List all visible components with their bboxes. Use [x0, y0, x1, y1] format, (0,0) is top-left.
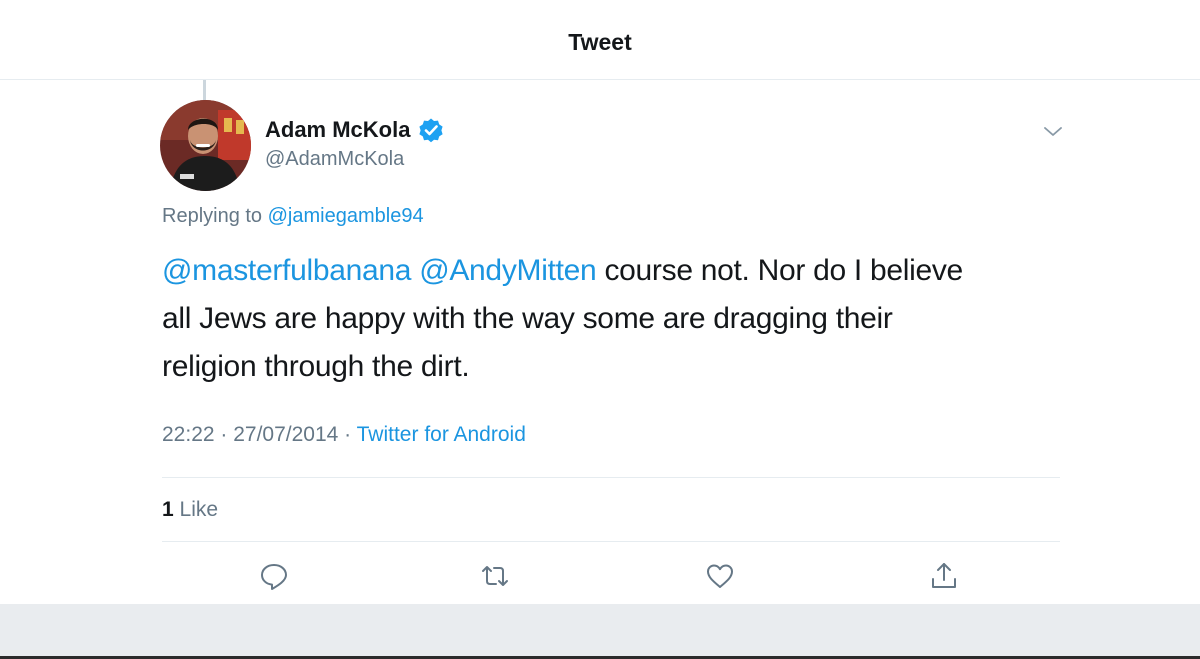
author-name-row[interactable]: Adam McKola	[265, 117, 444, 143]
divider	[162, 477, 1060, 478]
divider	[162, 541, 1060, 542]
mention-link[interactable]: @AndyMitten	[419, 254, 597, 287]
top-bar: Tweet	[0, 0, 1200, 80]
meta-separator: ·	[338, 423, 357, 446]
tweet-text-line-3: religion through the dirt.	[162, 350, 470, 383]
thread-connector-line	[203, 80, 206, 100]
likes-count: 1	[162, 498, 174, 521]
share-icon[interactable]	[928, 560, 960, 592]
replying-prefix: Replying to	[162, 205, 268, 227]
reply-icon[interactable]	[258, 560, 290, 592]
author-handle[interactable]: @AdamMcKola	[265, 148, 404, 171]
profile-photo-icon	[160, 100, 251, 191]
bottom-background	[0, 604, 1200, 656]
tweet-metadata: 22:22 · 27/07/2014 · Twitter for Android	[162, 423, 526, 447]
likes-label: Like	[173, 498, 219, 521]
replying-to-link[interactable]: @jamiegamble94	[268, 205, 424, 227]
tweet-text-line-1: @masterfulbanana @AndyMitten course not.…	[162, 247, 1062, 295]
tweet-date[interactable]: 27/07/2014	[233, 423, 338, 446]
meta-separator: ·	[214, 423, 234, 446]
tweet-source-link[interactable]: Twitter for Android	[357, 423, 526, 446]
author-display-name[interactable]: Adam McKola	[265, 117, 410, 143]
avatar[interactable]	[160, 100, 251, 191]
tweet-page: Tweet Adam McKola @AdamMcKola Replying t…	[0, 0, 1200, 659]
retweet-icon[interactable]	[479, 560, 511, 592]
mention-link[interactable]: @masterfulbanana	[162, 254, 411, 287]
chevron-down-icon[interactable]	[1042, 124, 1064, 140]
tweet-text: @masterfulbanana @AndyMitten course not.…	[162, 247, 1062, 391]
page-title: Tweet	[568, 29, 632, 55]
verified-badge-icon	[418, 117, 444, 143]
replying-to-line: Replying to @jamiegamble94	[162, 205, 424, 228]
like-icon[interactable]	[704, 560, 736, 592]
tweet-text-line-2: all Jews are happy with the way some are…	[162, 302, 893, 335]
likes-stat[interactable]: 1 Like	[162, 498, 218, 522]
tweet-text-segment: course not. Nor do I believe	[596, 254, 963, 287]
tweet-time[interactable]: 22:22	[162, 423, 215, 446]
